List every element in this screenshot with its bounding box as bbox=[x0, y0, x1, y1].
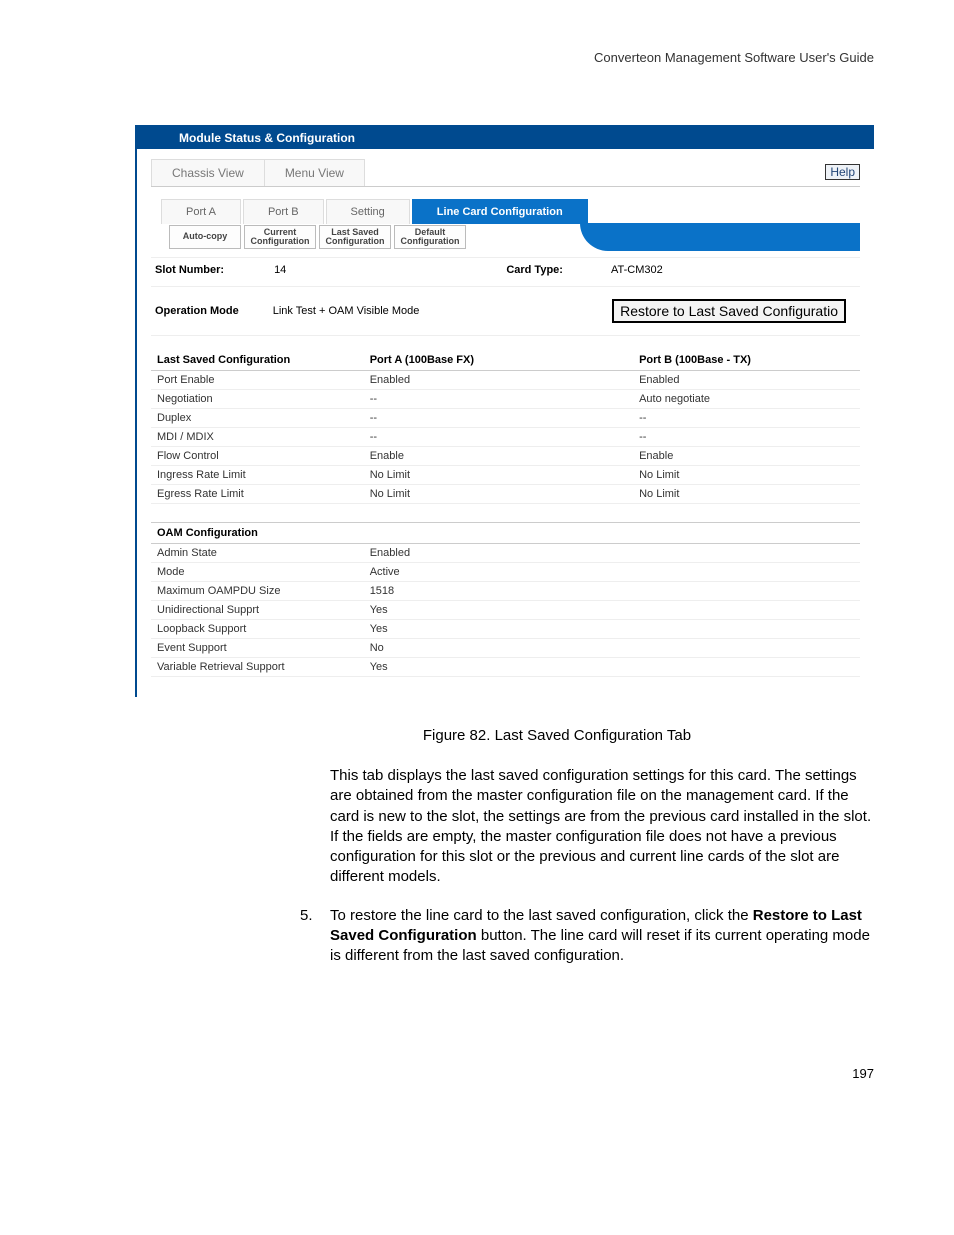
oam-row-value: Yes bbox=[364, 658, 860, 677]
cfg-header-label: Last Saved Configuration bbox=[151, 350, 364, 371]
cfg-row-port-a: -- bbox=[364, 428, 633, 447]
page-number: 197 bbox=[80, 1066, 874, 1081]
cfg-row-port-a: No Limit bbox=[364, 466, 633, 485]
cfg-header-port-a: Port A (100Base FX) bbox=[364, 350, 633, 371]
oam-row-label: Mode bbox=[151, 563, 364, 582]
cfg-row-port-b: Enable bbox=[633, 447, 860, 466]
tab-chassis-view[interactable]: Chassis View bbox=[151, 159, 265, 186]
cfg-row-port-a: -- bbox=[364, 409, 633, 428]
help-button[interactable]: Help bbox=[825, 164, 860, 180]
tab-accent-bar: Auto-copy Current Configuration Last Sav… bbox=[151, 223, 860, 251]
oam-row-label: Maximum OAMPDU Size bbox=[151, 582, 364, 601]
sub-tabs: Auto-copy Current Configuration Last Sav… bbox=[169, 223, 860, 249]
slot-card-info: Slot Number: 14 Card Type: AT-CM302 bbox=[151, 257, 860, 287]
cfg-row-port-b: -- bbox=[633, 409, 860, 428]
card-type-value: AT-CM302 bbox=[611, 264, 663, 276]
operation-mode-row: Operation Mode Link Test + OAM Visible M… bbox=[151, 287, 860, 336]
slot-number-label: Slot Number: bbox=[155, 264, 224, 276]
table-row: Event Support No bbox=[151, 639, 860, 658]
cfg-row-port-a: Enabled bbox=[364, 371, 633, 390]
cfg-row-port-a: Enable bbox=[364, 447, 633, 466]
operation-mode-label: Operation Mode bbox=[155, 305, 239, 317]
table-row: Loopback Support Yes bbox=[151, 620, 860, 639]
cfg-row-port-b: -- bbox=[633, 428, 860, 447]
tab-port-a[interactable]: Port A bbox=[161, 199, 241, 224]
table-row: Duplex -- -- bbox=[151, 409, 860, 428]
table-row: Egress Rate Limit No Limit No Limit bbox=[151, 485, 860, 504]
document-header: Converteon Management Software User's Gu… bbox=[80, 50, 874, 65]
oam-row-label: Variable Retrieval Support bbox=[151, 658, 364, 677]
subtab-default-configuration[interactable]: Default Configuration bbox=[394, 225, 466, 249]
cfg-row-port-a: -- bbox=[364, 390, 633, 409]
oam-row-label: Event Support bbox=[151, 639, 364, 658]
numbered-step: 5. To restore the line card to the last … bbox=[300, 906, 874, 967]
operation-mode-value: Link Test + OAM Visible Mode bbox=[273, 305, 420, 317]
window-title: Module Status & Configuration bbox=[137, 127, 874, 149]
table-row: Ingress Rate Limit No Limit No Limit bbox=[151, 466, 860, 485]
cfg-header-port-b: Port B (100Base - TX) bbox=[633, 350, 860, 371]
cfg-row-label: Flow Control bbox=[151, 447, 364, 466]
oam-row-value: Active bbox=[364, 563, 860, 582]
table-row: MDI / MDIX -- -- bbox=[151, 428, 860, 447]
cfg-row-label: Duplex bbox=[151, 409, 364, 428]
step-number: 5. bbox=[300, 906, 330, 967]
cfg-row-label: Negotiation bbox=[151, 390, 364, 409]
oam-config-table: OAM Configuration Admin State Enabled Mo… bbox=[151, 522, 860, 677]
subtab-last-saved-configuration[interactable]: Last Saved Configuration bbox=[319, 225, 391, 249]
app-window: Module Status & Configuration Chassis Vi… bbox=[135, 125, 874, 697]
cfg-row-port-b: No Limit bbox=[633, 466, 860, 485]
subtab-current-configuration[interactable]: Current Configuration bbox=[244, 225, 316, 249]
table-row: Mode Active bbox=[151, 563, 860, 582]
subtab-auto-copy[interactable]: Auto-copy bbox=[169, 225, 241, 249]
table-row: Port Enable Enabled Enabled bbox=[151, 371, 860, 390]
figure-caption: Figure 82. Last Saved Configuration Tab bbox=[240, 727, 874, 744]
table-row: Variable Retrieval Support Yes bbox=[151, 658, 860, 677]
body-paragraph: This tab displays the last saved configu… bbox=[330, 766, 874, 888]
oam-row-label: Unidirectional Supprt bbox=[151, 601, 364, 620]
card-type-label: Card Type: bbox=[506, 264, 563, 276]
cfg-row-port-b: Auto negotiate bbox=[633, 390, 860, 409]
tab-port-b[interactable]: Port B bbox=[243, 199, 324, 224]
table-row: Negotiation -- Auto negotiate bbox=[151, 390, 860, 409]
table-row: Unidirectional Supprt Yes bbox=[151, 601, 860, 620]
last-saved-config-table: Last Saved Configuration Port A (100Base… bbox=[151, 350, 860, 504]
tab-menu-view[interactable]: Menu View bbox=[264, 159, 365, 186]
step-text-before: To restore the line card to the last sav… bbox=[330, 907, 753, 924]
oam-row-label: Loopback Support bbox=[151, 620, 364, 639]
cfg-row-port-b: No Limit bbox=[633, 485, 860, 504]
table-row: Flow Control Enable Enable bbox=[151, 447, 860, 466]
oam-row-value: 1518 bbox=[364, 582, 860, 601]
restore-button[interactable]: Restore to Last Saved Configuratio bbox=[612, 299, 846, 323]
cfg-row-label: MDI / MDIX bbox=[151, 428, 364, 447]
oam-row-value: Yes bbox=[364, 620, 860, 639]
table-row: Admin State Enabled bbox=[151, 544, 860, 563]
cfg-row-port-a: No Limit bbox=[364, 485, 633, 504]
slot-number-value: 14 bbox=[274, 264, 286, 276]
oam-row-label: Admin State bbox=[151, 544, 364, 563]
oam-row-value: No bbox=[364, 639, 860, 658]
cfg-row-port-b: Enabled bbox=[633, 371, 860, 390]
cfg-row-label: Port Enable bbox=[151, 371, 364, 390]
tab-setting[interactable]: Setting bbox=[326, 199, 410, 224]
view-tabs: Chassis View Menu View Help bbox=[151, 159, 860, 187]
cfg-row-label: Ingress Rate Limit bbox=[151, 466, 364, 485]
oam-header: OAM Configuration bbox=[151, 523, 860, 544]
oam-row-value: Enabled bbox=[364, 544, 860, 563]
oam-row-value: Yes bbox=[364, 601, 860, 620]
cfg-row-label: Egress Rate Limit bbox=[151, 485, 364, 504]
table-row: Maximum OAMPDU Size 1518 bbox=[151, 582, 860, 601]
tab-line-card-configuration[interactable]: Line Card Configuration bbox=[412, 199, 588, 224]
port-tabs: Port A Port B Setting Line Card Configur… bbox=[161, 199, 860, 224]
